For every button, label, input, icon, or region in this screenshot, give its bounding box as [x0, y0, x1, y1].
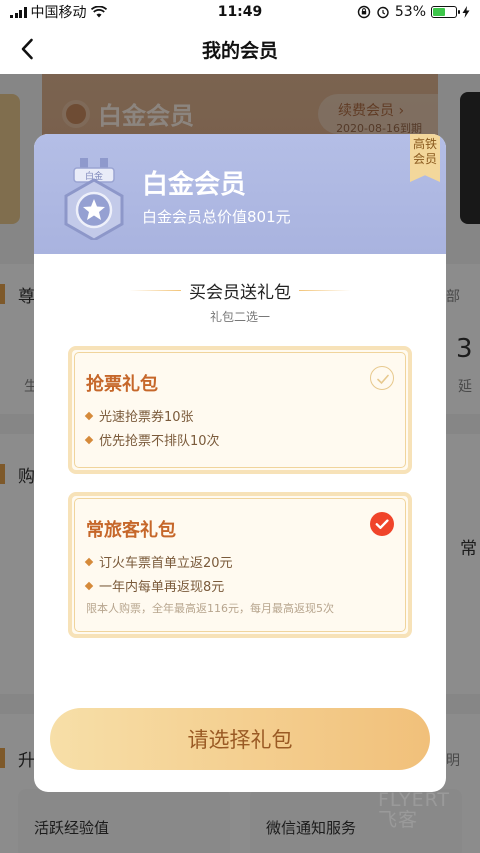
modal-subtitle: 白金会员总价值801元	[142, 208, 291, 226]
gift-package-ticket[interactable]: 抢票礼包 光速抢票券10张 优先抢票不排队10次	[68, 346, 412, 474]
status-right: 53%	[310, 4, 470, 20]
modal-title: 白金会员	[142, 170, 247, 200]
selected-check-icon[interactable]	[370, 512, 394, 536]
package-name: 常旅客礼包	[86, 520, 176, 541]
badge-line2: 会员	[412, 152, 437, 166]
unselected-check-icon[interactable]	[370, 366, 394, 390]
bullet-icon	[84, 581, 94, 590]
battery-percent: 53%	[394, 4, 426, 20]
package-note: 限本人购票，全年最高返116元，每月最高返现5次	[86, 602, 334, 615]
watermark-line1: FLYERT	[378, 789, 451, 811]
package-item-text: 优先抢票不排队10次	[99, 434, 220, 449]
gift-title: 买会员送礼包	[189, 283, 291, 303]
gift-selection-modal: 白金 白金会员 白金会员总价值801元 高铁 会员 买会员送礼包 礼包二选一 抢…	[34, 134, 446, 792]
page-title: 我的会员	[201, 39, 278, 62]
package-item: 订火车票首单立返20元	[84, 552, 233, 571]
package-item: 优先抢票不排队10次	[84, 430, 220, 449]
modal-header: 白金 白金会员 白金会员总价值801元 高铁 会员	[34, 134, 446, 254]
bullet-icon	[84, 435, 94, 444]
nav-bar: 我的会员	[0, 24, 480, 74]
back-chevron-icon	[21, 38, 33, 60]
gift-title-row: 买会员送礼包	[34, 278, 446, 303]
alarm-icon	[377, 6, 389, 19]
select-package-button[interactable]: 请选择礼包	[50, 708, 430, 770]
watermark-line2: 飞客	[378, 809, 419, 831]
bullet-icon	[84, 557, 94, 566]
watermark: FLYERT 飞客	[378, 790, 450, 830]
package-item-text: 一年内每单再返现8元	[99, 580, 225, 595]
wifi-icon	[90, 6, 107, 18]
divider-left	[129, 289, 181, 292]
status-left: 中国移动	[10, 2, 170, 22]
lock-rotation-icon	[357, 5, 371, 19]
gift-package-frequent-traveler[interactable]: 常旅客礼包 订火车票首单立返20元 一年内每单再返现8元 限本人购票，全年最高返…	[68, 492, 412, 638]
package-item: 光速抢票券10张	[84, 406, 194, 425]
signal-icon	[10, 6, 27, 18]
rail-member-badge: 高铁 会员	[410, 134, 440, 182]
bullet-icon	[84, 411, 94, 420]
package-item-text: 订火车票首单立返20元	[99, 556, 233, 571]
package-item: 一年内每单再返现8元	[84, 576, 225, 595]
carrier-name: 中国移动	[30, 5, 87, 21]
battery-icon	[431, 6, 460, 18]
status-time: 11:49	[217, 4, 263, 20]
gift-subtitle: 礼包二选一	[209, 310, 270, 324]
back-button[interactable]	[10, 32, 44, 66]
package-item-text: 光速抢票券10张	[99, 410, 194, 425]
charging-icon	[462, 6, 470, 18]
package-name: 抢票礼包	[86, 374, 158, 395]
badge-line1: 高铁	[412, 137, 437, 151]
divider-right	[299, 289, 351, 292]
medal-icon: 白金	[64, 158, 124, 240]
status-bar: 中国移动 11:49 53%	[0, 0, 480, 24]
